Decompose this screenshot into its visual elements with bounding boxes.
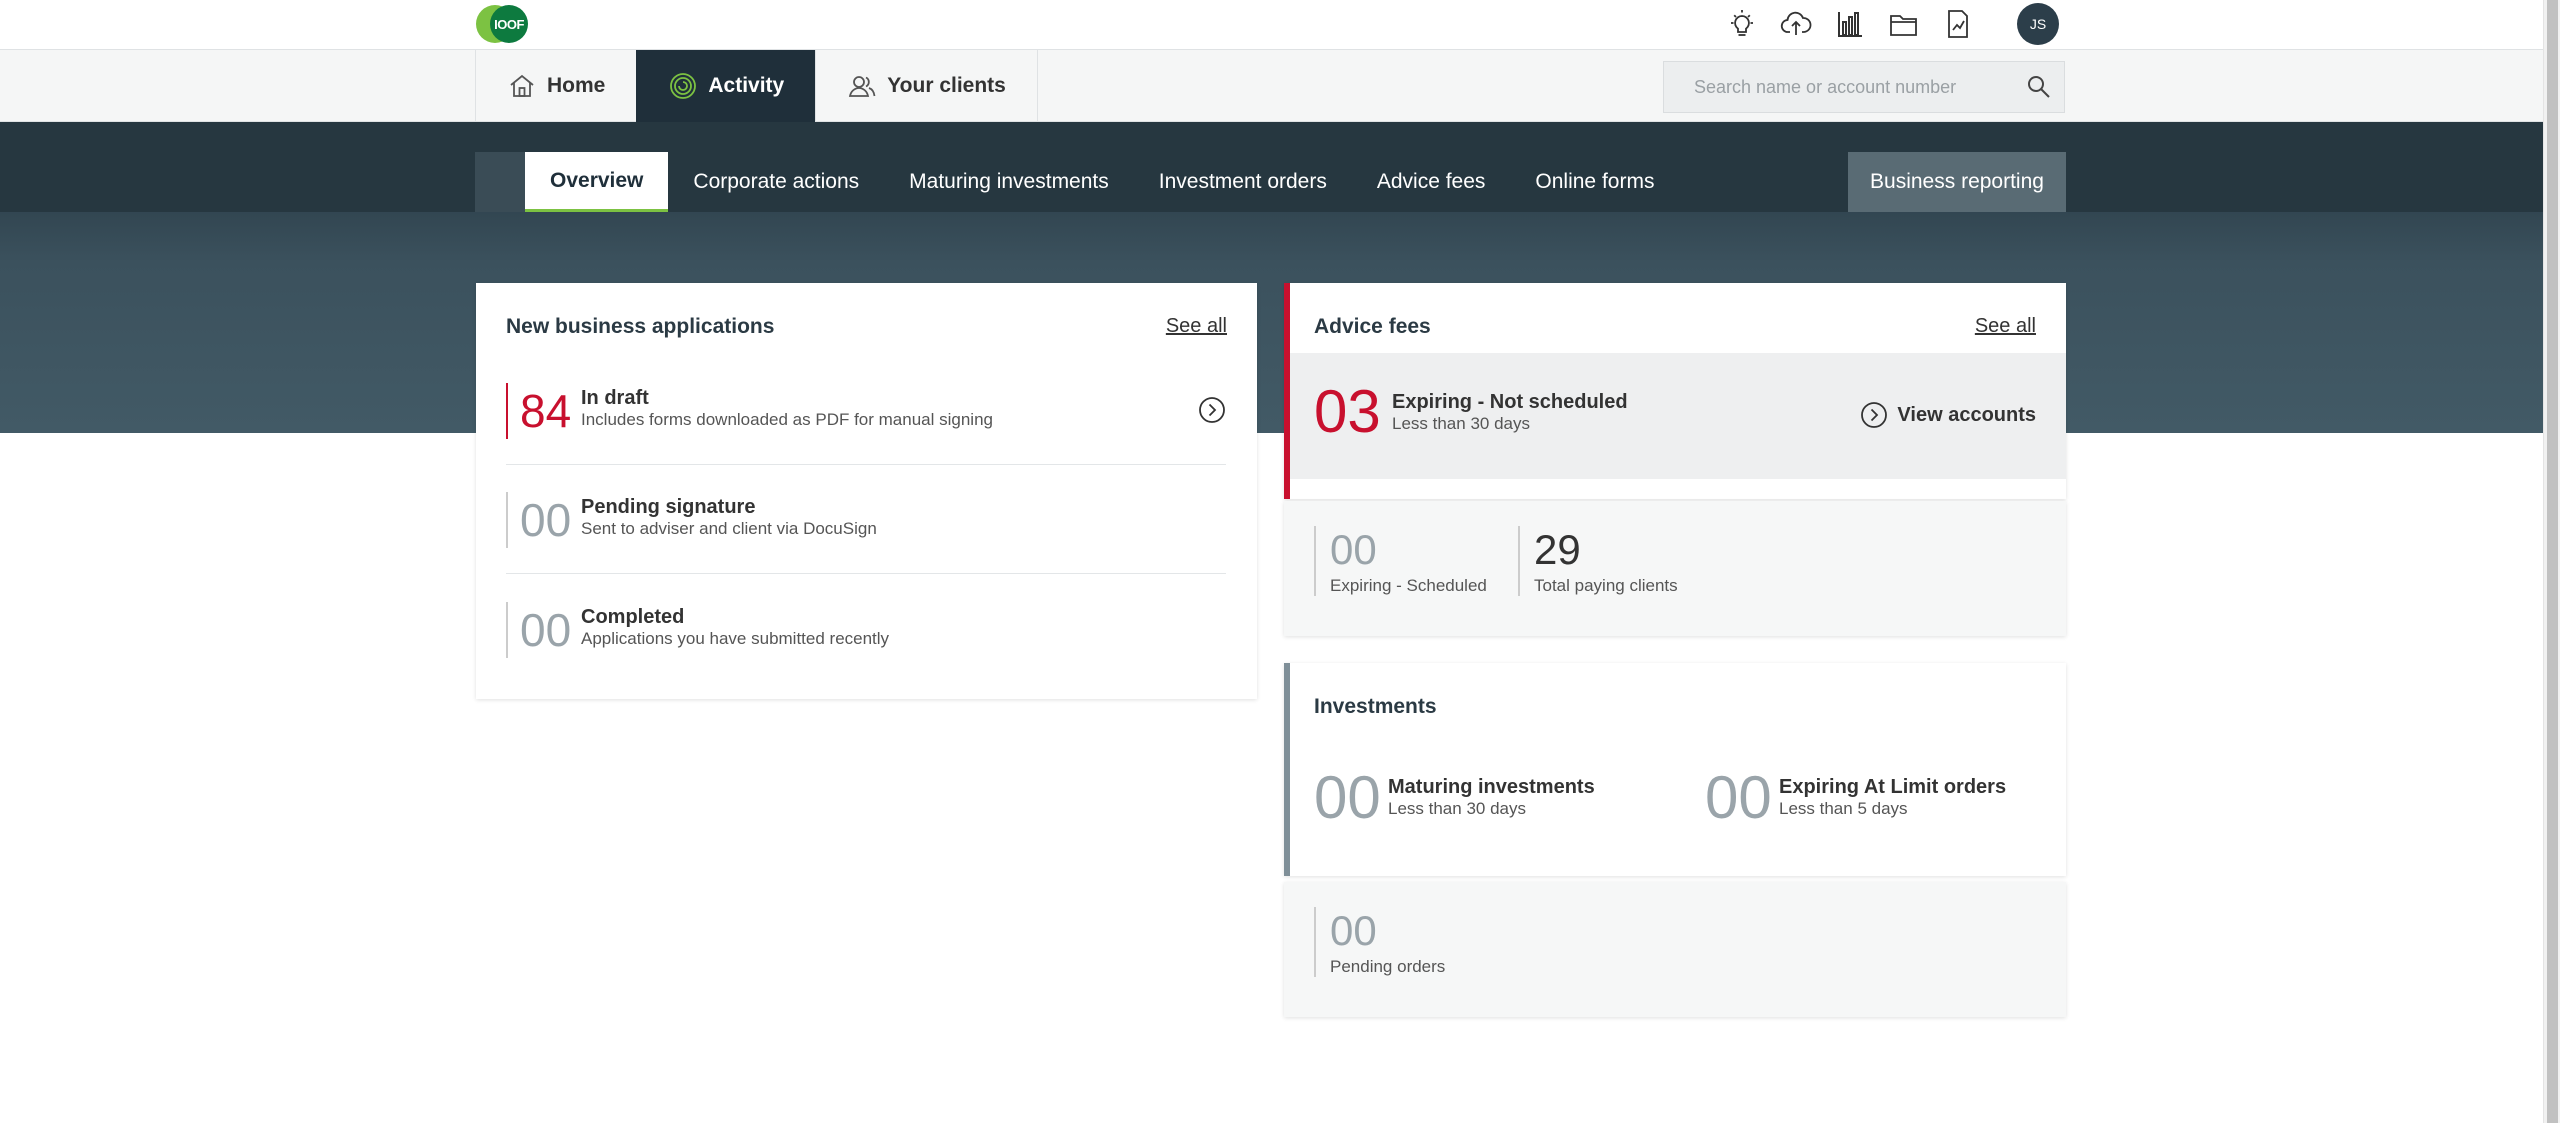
users-icon <box>849 76 876 97</box>
expiring-not-scheduled-count: 03 <box>1314 378 1381 445</box>
maturing-investments-count: 00 <box>1314 764 1381 831</box>
pending-signature-label: Pending signature <box>581 496 756 518</box>
home-icon <box>510 74 534 97</box>
advice-fees-title: Advice fees <box>1314 315 1431 338</box>
bar-chart-icon[interactable] <box>1823 6 1877 42</box>
subtab-online-forms[interactable]: Online forms <box>1510 152 1679 212</box>
page-scrollbar[interactable] <box>2543 0 2560 1123</box>
expiring-scheduled-count: 00 <box>1330 526 1377 573</box>
tab-your-clients[interactable]: Your clients <box>815 50 1038 122</box>
investments-top: Investments 00 Maturing investments Less… <box>1284 663 2066 876</box>
subtab-maturing-investments[interactable]: Maturing investments <box>884 152 1134 212</box>
subtab-overview[interactable]: Overview <box>525 152 669 212</box>
expiring-scheduled-label: Expiring - Scheduled <box>1330 576 1487 595</box>
list-item-pending-signature[interactable]: 00 Pending signature Sent to adviser and… <box>506 492 1226 554</box>
document-chart-icon[interactable] <box>1931 6 1985 42</box>
subtab-corporate-actions[interactable]: Corporate actions <box>668 152 884 212</box>
chevron-right-circle-icon[interactable] <box>1198 396 1226 424</box>
list-item-completed[interactable]: 00 Completed Applications you have submi… <box>506 602 1226 664</box>
brand-logo[interactable]: IOOF <box>476 3 532 43</box>
advice-fees-card: Advice fees See all 03 Expiring - Not sc… <box>1284 283 2066 636</box>
investments-pending: 00 Pending orders <box>1284 882 2066 1017</box>
chevron-right-circle-icon <box>1861 402 1888 428</box>
subtab-investment-orders[interactable]: Investment orders <box>1134 152 1352 212</box>
expiring-limit-orders-description: Less than 5 days <box>1779 799 1908 818</box>
in-draft-description: Includes forms downloaded as PDF for man… <box>581 410 993 429</box>
view-accounts-label: View accounts <box>1897 403 2036 426</box>
sub-nav-spacer <box>475 152 525 212</box>
cloud-upload-icon[interactable] <box>1769 6 1823 42</box>
top-bar: IOOF JS <box>0 0 2543 49</box>
investments-card: Investments 00 Maturing investments Less… <box>1284 663 2066 1017</box>
divider <box>506 573 1226 574</box>
search-box <box>1663 61 2065 113</box>
subtab-advice-fees[interactable]: Advice fees <box>1352 152 1511 212</box>
stat-total-paying-clients: 29 Total paying clients <box>1518 526 1678 596</box>
main-navigation: Home Activity Your clients <box>0 49 2543 122</box>
tab-activity[interactable]: Activity <box>636 50 816 122</box>
folder-icon[interactable] <box>1877 6 1931 42</box>
search-icon[interactable] <box>2014 62 2064 112</box>
total-paying-clients-label: Total paying clients <box>1534 576 1678 595</box>
view-accounts-link[interactable]: View accounts <box>1860 401 2036 429</box>
business-reporting-button[interactable]: Business reporting <box>1848 152 2066 212</box>
divider <box>506 464 1226 465</box>
pending-signature-description: Sent to adviser and client via DocuSign <box>581 519 877 538</box>
stat-pending-orders: 00 Pending orders <box>1314 907 1445 977</box>
tab-activity-label: Activity <box>708 74 785 97</box>
completed-count: 00 <box>506 602 571 658</box>
sub-navigation: Overview Corporate actions Maturing inve… <box>475 152 1679 212</box>
new-business-see-all-link[interactable]: See all <box>1166 315 1227 338</box>
total-paying-clients-count: 29 <box>1534 526 1581 573</box>
in-draft-label: In draft <box>581 387 649 409</box>
expiring-not-scheduled-description: Less than 30 days <box>1392 414 1530 433</box>
expiring-limit-orders-count: 00 <box>1705 764 1772 831</box>
tab-home[interactable]: Home <box>475 50 636 122</box>
search-input[interactable] <box>1664 62 2014 112</box>
avatar[interactable]: JS <box>2017 3 2059 45</box>
new-business-title: New business applications <box>506 315 775 338</box>
completed-description: Applications you have submitted recently <box>581 629 890 648</box>
lightbulb-icon[interactable] <box>1715 6 1769 42</box>
advice-fees-top: Advice fees See all 03 Expiring - Not sc… <box>1284 283 2066 499</box>
completed-label: Completed <box>581 606 685 628</box>
tab-home-label: Home <box>547 74 606 97</box>
maturing-investments-description: Less than 30 days <box>1388 799 1526 818</box>
in-draft-count: 84 <box>506 383 571 439</box>
stat-expiring-scheduled: 00 Expiring - Scheduled <box>1314 526 1487 596</box>
utility-icons <box>1715 6 1985 42</box>
advice-fees-see-all-link[interactable]: See all <box>1975 315 2036 338</box>
expiring-not-scheduled-label: Expiring - Not scheduled <box>1392 391 1628 413</box>
investments-title: Investments <box>1314 695 1437 718</box>
list-item-in-draft[interactable]: 84 In draft Includes forms downloaded as… <box>506 383 1226 445</box>
tab-your-clients-label: Your clients <box>887 74 1006 97</box>
pending-orders-count: 00 <box>1330 907 1377 954</box>
sub-nav-bar: Overview Corporate actions Maturing inve… <box>0 122 2543 212</box>
activity-icon <box>670 73 697 99</box>
advice-fees-stats: 00 Expiring - Scheduled 29 Total paying … <box>1284 501 2066 636</box>
pending-signature-count: 00 <box>506 492 571 548</box>
new-business-card: New business applications See all 84 In … <box>476 283 1257 699</box>
expiring-limit-orders-label: Expiring At Limit orders <box>1779 776 2007 798</box>
expiring-not-scheduled-panel: 03 Expiring - Not scheduled Less than 30… <box>1290 353 2066 479</box>
scrollbar-thumb[interactable] <box>2547 0 2558 1123</box>
hero-band: Overview Corporate actions Maturing inve… <box>0 122 2543 433</box>
logo-circle-dark: IOOF <box>490 5 528 43</box>
pending-orders-label: Pending orders <box>1330 957 1446 976</box>
maturing-investments-label: Maturing investments <box>1388 776 1595 798</box>
